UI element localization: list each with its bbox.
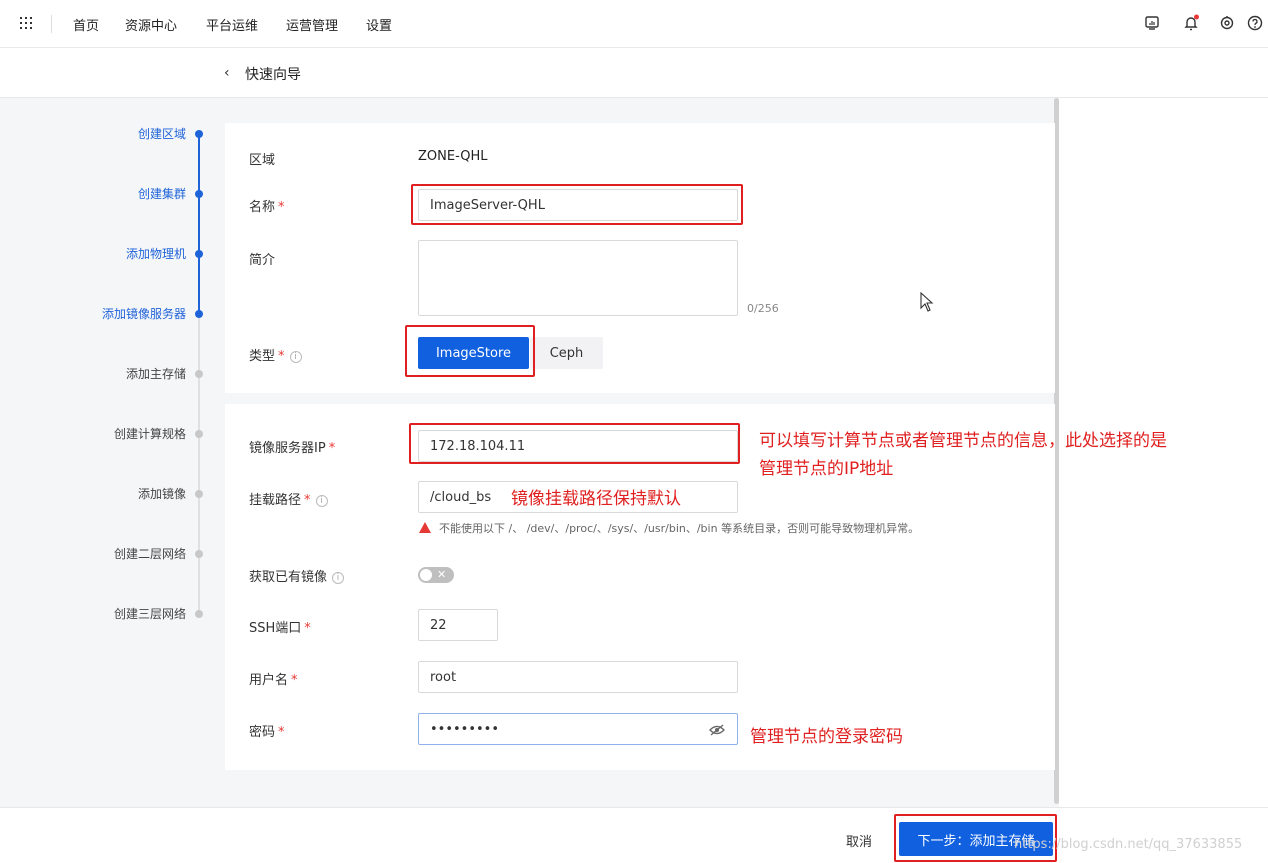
step-label: 添加物理机	[125, 247, 186, 261]
nav-item-home[interactable]: 首页	[73, 15, 99, 34]
type-label: 类型 * i	[249, 345, 302, 364]
steps-progress-line	[198, 134, 200, 314]
step-label: 创建三层网络	[113, 607, 186, 621]
description-label: 简介	[249, 253, 276, 268]
step-dot	[195, 310, 203, 318]
page-header: ‹ 快速向导	[0, 48, 1268, 98]
step-label: 创建区域	[137, 127, 186, 141]
watermark-text: https://blog.csdn.net/qq_37633855	[1014, 837, 1243, 852]
step-label: 添加主存储	[125, 367, 186, 381]
name-label: 名称 *	[249, 200, 285, 215]
step-label: 添加镜像服务器	[101, 307, 186, 321]
nav-item-operations-mgmt[interactable]: 运营管理	[286, 15, 338, 34]
nav-item-settings[interactable]: 设置	[366, 15, 392, 34]
mouse-cursor-icon	[920, 292, 934, 312]
step-label: 添加镜像	[137, 487, 186, 501]
server-ip-label: 镜像服务器IP *	[249, 441, 336, 456]
toggle-knob	[420, 569, 432, 581]
mount-path-value: /cloud_bs	[430, 489, 492, 505]
help-icon[interactable]	[1246, 14, 1264, 32]
username-input[interactable]: root	[418, 661, 738, 693]
back-chevron-icon[interactable]: ‹	[224, 65, 230, 81]
info-icon: i	[332, 571, 345, 584]
step-dot	[195, 190, 203, 198]
import-images-label: 获取已有镜像 i	[249, 566, 345, 585]
import-images-toggle[interactable]: ✕	[418, 567, 454, 583]
highlight-type	[405, 325, 535, 377]
info-icon: i	[289, 350, 302, 363]
step-dot	[195, 550, 203, 558]
apps-grid-icon[interactable]	[20, 17, 34, 31]
toggle-off-icon: ✕	[437, 568, 447, 581]
step-dot	[195, 430, 203, 438]
mount-path-label: 挂载路径 * i	[249, 489, 328, 508]
annotation-mount: 镜像挂载路径保持默认	[511, 489, 681, 509]
type-option-ceph[interactable]: Ceph	[530, 337, 603, 369]
password-label: 密码 *	[249, 725, 285, 740]
nav-item-resources[interactable]: 资源中心	[125, 15, 177, 34]
footer-bar: 取消 下一步：添加主存储 https://blog.csdn.net/qq_37…	[0, 807, 1268, 863]
username-label: 用户名 *	[249, 673, 298, 688]
nav-divider	[51, 15, 52, 33]
ssh-port-label: SSH端口 *	[249, 621, 311, 636]
step-dot	[195, 130, 203, 138]
info-icon: i	[315, 494, 328, 507]
description-textarea[interactable]	[418, 240, 738, 316]
bell-icon[interactable]	[1182, 14, 1200, 32]
annotation-password: 管理节点的登录密码	[750, 727, 903, 747]
step-label: 创建计算规格	[113, 427, 186, 441]
step-label: 创建集群	[137, 187, 186, 201]
highlight-name	[411, 184, 743, 225]
right-blank-pane	[1059, 98, 1268, 807]
eye-off-icon[interactable]	[709, 723, 725, 737]
warning-icon	[419, 522, 431, 533]
description-counter: 0/256	[747, 302, 779, 315]
settings-cog-icon[interactable]	[1218, 14, 1236, 32]
zone-label: 区域	[249, 153, 276, 168]
steps-pending-line	[198, 314, 200, 614]
top-nav: 首页 资源中心 平台运维 运营管理 设置	[0, 0, 1268, 48]
step-dot	[195, 250, 203, 258]
password-input[interactable]: •••••••••	[418, 713, 738, 745]
annotation-ip-line2: 管理节点的IP地址	[759, 459, 894, 479]
step-label: 创建二层网络	[113, 547, 186, 561]
monitor-icon[interactable]	[1143, 14, 1161, 32]
step-dot	[195, 490, 203, 498]
ssh-port-input[interactable]: 22	[418, 609, 498, 641]
zone-value: ZONE-QHL	[418, 149, 488, 164]
mount-path-warning: 不能使用以下 /、 /dev/、/proc/、/sys/、/usr/bin、/b…	[419, 520, 919, 536]
annotation-ip-line1: 可以填写计算节点或者管理节点的信息，此处选择的是	[759, 431, 1167, 451]
highlight-ip	[409, 423, 740, 464]
step-dot	[195, 370, 203, 378]
nav-item-ops[interactable]: 平台运维	[206, 15, 258, 34]
password-value: •••••••••	[430, 721, 500, 737]
step-dot	[195, 610, 203, 618]
page-title: 快速向导	[245, 67, 301, 83]
cancel-button[interactable]: 取消	[846, 831, 872, 850]
